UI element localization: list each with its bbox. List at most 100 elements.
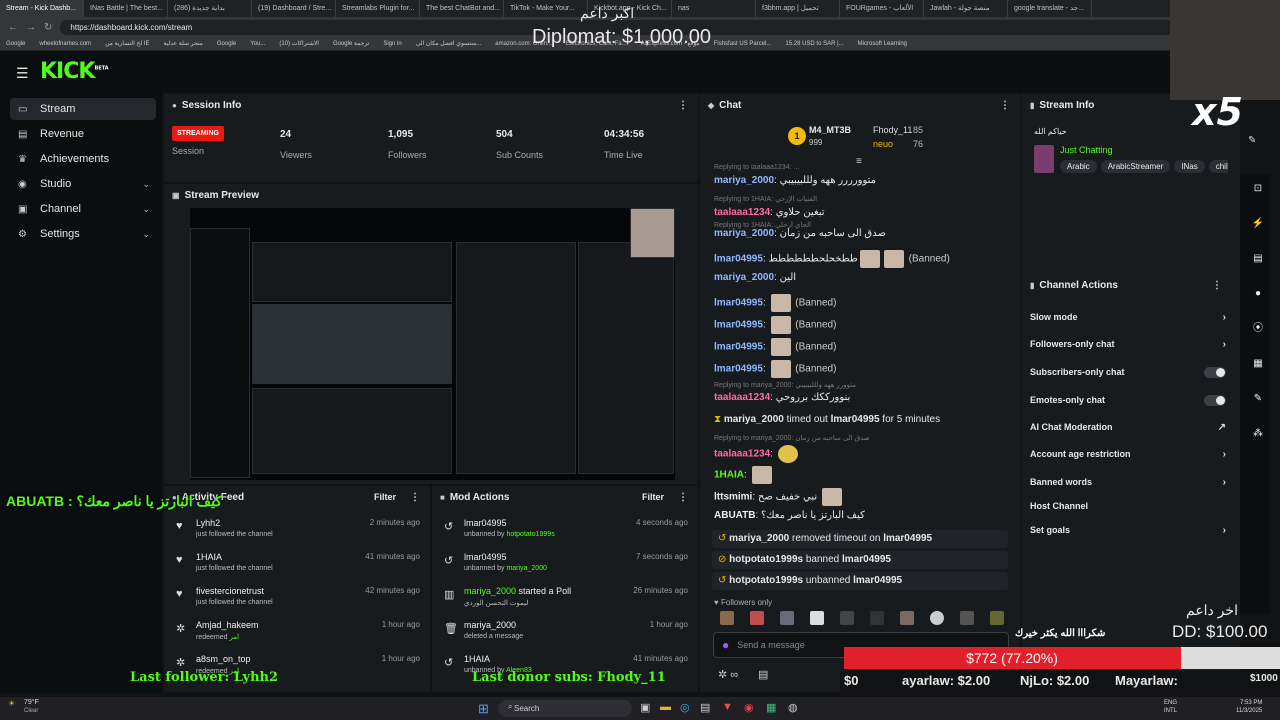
reload-icon[interactable]: ↻ [44, 22, 52, 33]
action-banned-words[interactable]: Banned words › [1030, 472, 1226, 492]
tag[interactable]: ArabicStreamer [1100, 160, 1171, 173]
app-icon[interactable]: ▦ [766, 701, 776, 714]
lightning-icon[interactable]: ⚡ [1248, 215, 1268, 233]
browser-tab[interactable]: The best ChatBot and... [420, 0, 504, 17]
chat-username[interactable]: mariya_2000 [714, 272, 774, 283]
screenshot-icon[interactable]: ⊡ [1248, 180, 1268, 198]
feed-user[interactable]: fivestercionetrust [196, 586, 264, 596]
action-ai-moderation[interactable]: AI Chat Moderation ↗ [1030, 417, 1226, 437]
feed-user[interactable]: a8sm_on_top [196, 654, 251, 664]
browser-tab[interactable]: INas Battle | The best... [84, 0, 168, 17]
emotes-only-toggle[interactable] [1204, 394, 1226, 406]
more-icon[interactable]: ⋮ [678, 100, 688, 111]
gifter-2[interactable]: Fhody_11 [873, 125, 912, 135]
emote-image[interactable] [870, 611, 884, 625]
browser-tab[interactable]: بداية جديدة (286) [168, 0, 252, 17]
emote-image[interactable] [840, 611, 854, 625]
chat-username[interactable]: taalaaa1234 [714, 392, 770, 403]
more-icon[interactable]: ⋮ [1212, 280, 1222, 291]
action-emotes-only[interactable]: Emotes-only chat [1030, 390, 1226, 410]
mod-user[interactable]: mariya_2000 started a Poll [464, 586, 571, 596]
layout-icon[interactable]: ▦ [1248, 355, 1268, 373]
browser-tab[interactable]: Jawlah - منصة جولة [924, 0, 1008, 17]
bookmark[interactable]: Google [217, 37, 236, 50]
gift-icon[interactable]: ▤ [758, 668, 768, 681]
brave-icon[interactable]: ▼ [722, 701, 733, 713]
bookmark[interactable]: Fishsfast US Parcel... [714, 37, 772, 50]
more-icon[interactable]: ⋮ [678, 492, 688, 503]
chat-username[interactable]: lmar04995 [714, 342, 763, 353]
bookmark[interactable]: الاشتراكات (10) [279, 37, 319, 50]
browser-tab[interactable]: Streamlabs Plugin for... [336, 0, 420, 17]
bookmark[interactable]: متجر سلة عدلية [164, 37, 203, 50]
browser-tab[interactable]: nas [672, 0, 756, 17]
filter-button[interactable]: Filter [642, 492, 664, 502]
bookmark[interactable]: 15.28 USD to SAR |... [785, 37, 843, 50]
chat-username[interactable]: lmar04995 [714, 364, 763, 375]
browser-tab[interactable]: (19) Dashboard / Stre... [252, 0, 336, 17]
chat-username[interactable]: taalaaa1234 [714, 207, 770, 218]
sidebar-item-stream[interactable]: ▭ Stream [10, 98, 156, 120]
emote-image[interactable] [930, 611, 944, 625]
category-link[interactable]: Just Chatting [1060, 145, 1113, 155]
chat-username[interactable]: mariya_2000 [714, 228, 774, 239]
emote-picker-icon[interactable]: ✲ ∞ [718, 668, 738, 681]
mod-user[interactable]: lmar04995 [464, 552, 507, 562]
taskbar-search[interactable]: Search [498, 700, 632, 717]
sidebar-item-achievements[interactable]: ♛ Achievements [10, 148, 156, 170]
browser-tab[interactable]: TikTok - Make Your... [504, 0, 588, 17]
edge-icon[interactable]: ◎ [680, 701, 690, 714]
action-subscribers-only[interactable]: Subscribers-only chat [1030, 362, 1226, 382]
chat-bubble-icon[interactable]: ● [1248, 285, 1268, 303]
sidebar-item-channel[interactable]: ▣ Channel ⌄ [10, 198, 156, 220]
menu-icon[interactable]: ☰ [16, 65, 29, 82]
browser-tab[interactable]: FOURgames - الألعاب [840, 0, 924, 17]
chat-username[interactable]: taalaaa1234 [714, 449, 770, 460]
sidebar-item-studio[interactable]: ◉ Studio ⌄ [10, 173, 156, 195]
tag[interactable]: Arabic [1060, 160, 1097, 173]
subscribers-only-toggle[interactable] [1204, 366, 1226, 378]
kick-logo[interactable]: KICKBETA [40, 59, 109, 84]
browser-tab[interactable]: f3bhm.app | تحميل [756, 0, 840, 17]
chat-username[interactable]: lmar04995 [714, 254, 763, 265]
action-set-goals[interactable]: Set goals › [1030, 520, 1226, 540]
tag[interactable]: INas [1174, 160, 1205, 173]
bookmark[interactable]: Sign in [383, 37, 401, 50]
windows-start-icon[interactable]: ⊞ [478, 701, 489, 717]
weather-temp[interactable]: 79°F [24, 699, 39, 706]
bookmark[interactable]: You... [250, 37, 265, 50]
bookmark[interactable]: منتسوي افضل مكان الي... [416, 37, 482, 50]
gifter-3[interactable]: neuo [873, 139, 893, 149]
bookmark[interactable]: wheelofnames.com [39, 37, 91, 50]
taskview-icon[interactable]: ▣ [640, 701, 650, 714]
broadcast-icon[interactable]: ⦿ [1248, 320, 1268, 338]
emote-image[interactable] [780, 611, 794, 625]
bookmark[interactable]: لخ التسارية من IE [105, 37, 149, 50]
more-icon[interactable]: ⋮ [410, 492, 420, 503]
back-icon[interactable]: ← [8, 22, 18, 33]
mic-icon[interactable]: ● [722, 638, 729, 652]
emote-image[interactable] [900, 611, 914, 625]
top-gifter[interactable]: M4_MT3B [809, 125, 851, 135]
chat-username[interactable]: lttsmimi [714, 492, 752, 503]
chat-username[interactable]: ABUATB [714, 510, 755, 521]
action-slow-mode[interactable]: Slow mode › [1030, 307, 1226, 327]
bookmark[interactable]: Microsoft Learning [858, 37, 907, 50]
forward-icon[interactable]: → [26, 22, 36, 33]
obs-icon[interactable]: ◍ [788, 701, 798, 714]
chat-username[interactable]: mariya_2000 [714, 175, 774, 186]
edit-icon[interactable]: ✎ [1248, 135, 1256, 146]
sidebar-item-settings[interactable]: ⚙ Settings ⌄ [10, 223, 156, 245]
settings-nodes-icon[interactable]: ⁂ [1248, 425, 1268, 443]
store-icon[interactable]: ▤ [700, 701, 710, 714]
mod-user[interactable]: 1HAIA [464, 654, 490, 664]
action-host-channel[interactable]: Host Channel [1030, 496, 1226, 516]
more-icon[interactable]: ⋮ [1000, 100, 1010, 111]
clock-time[interactable]: 7:53 PM [1240, 700, 1262, 706]
explorer-icon[interactable]: ▬ [660, 701, 671, 713]
feed-user[interactable]: Lyhh2 [196, 518, 220, 528]
emote-image[interactable] [720, 611, 734, 625]
mod-user[interactable]: lmar04995 [464, 518, 507, 528]
sidebar-item-revenue[interactable]: ▤ Revenue [10, 123, 156, 145]
emote-image[interactable] [810, 611, 824, 625]
